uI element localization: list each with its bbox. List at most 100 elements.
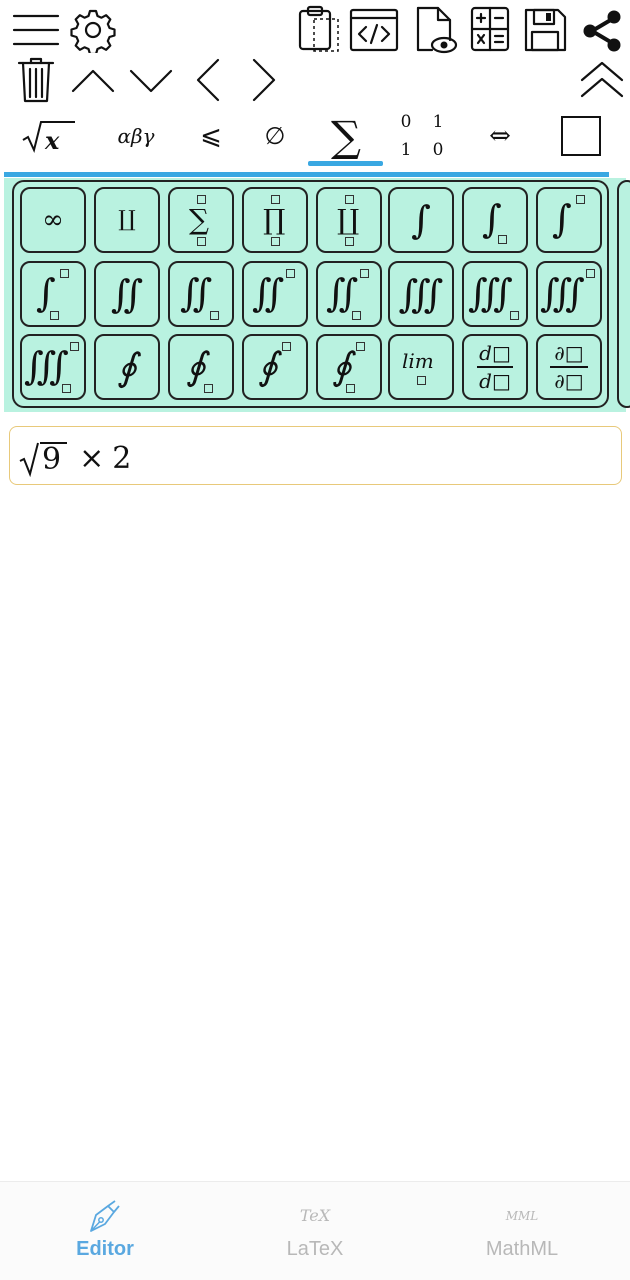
- matrix-cell: 0: [400, 112, 412, 132]
- key-triple-integral-glyph: ∭: [398, 272, 444, 316]
- clipboard-icon: [298, 5, 339, 52]
- trash-icon: [17, 57, 55, 103]
- key-contour-integral[interactable]: ∮: [94, 334, 160, 400]
- factor: 2: [112, 440, 132, 476]
- nav-mathml-label: MathML: [485, 1238, 559, 1260]
- pen-icon: [90, 1200, 120, 1232]
- category-arrows-label: ⇔: [489, 121, 511, 151]
- tex-icon: TeX: [299, 1206, 331, 1225]
- key-integral-lower[interactable]: ∫: [462, 187, 528, 253]
- key-sum-glyph: ∑: [189, 203, 209, 236]
- lower-limit-placeholder: [498, 235, 507, 244]
- calculator-button[interactable]: [466, 4, 514, 54]
- upper-limit-placeholder: [282, 342, 291, 351]
- move-up-button[interactable]: [70, 60, 116, 100]
- nav-editor[interactable]: Editor: [0, 1190, 210, 1270]
- upper-limit-placeholder: [356, 342, 365, 351]
- upper-limit-placeholder: [586, 269, 595, 278]
- next-palette-peek[interactable]: [617, 180, 630, 408]
- category-arrows[interactable]: ⇔: [478, 108, 522, 164]
- lower-limit-placeholder: [50, 311, 59, 320]
- key-infinity[interactable]: ∞: [20, 187, 86, 253]
- key-partial-derivative[interactable]: ∂□ ∂□: [536, 334, 602, 400]
- settings-button[interactable]: [68, 6, 118, 54]
- lower-limit-placeholder: [197, 237, 206, 246]
- key-double-integral[interactable]: ∬: [94, 261, 160, 327]
- key-contour-integral-upper-glyph: ∮: [258, 344, 278, 388]
- sqrt-radicand: 9: [40, 442, 68, 476]
- preview-button[interactable]: [410, 4, 462, 56]
- box-glyph: [561, 116, 601, 156]
- move-left-button[interactable]: [192, 56, 224, 104]
- key-integral-both[interactable]: ∫: [20, 261, 86, 327]
- collapse-button[interactable]: [578, 58, 626, 102]
- category-greek[interactable]: αβγ: [104, 108, 168, 164]
- key-contour-integral-upper[interactable]: ∮: [242, 334, 308, 400]
- key-sum-limits[interactable]: ∑: [168, 187, 234, 253]
- code-button[interactable]: [348, 6, 400, 54]
- partial-fraction: ∂□ ∂□: [550, 343, 588, 391]
- chevron-up-icon: [71, 69, 115, 93]
- expression-display: 9 × 2: [18, 440, 132, 478]
- matrix-cell: 1: [432, 112, 444, 132]
- category-relations-label: ⩽: [200, 121, 222, 151]
- key-integral[interactable]: ∫: [388, 187, 454, 253]
- category-sets[interactable]: ∅: [254, 108, 296, 164]
- menu-button[interactable]: [8, 8, 64, 52]
- key-integral-both-glyph: ∫: [36, 271, 56, 315]
- chevron-left-icon: [196, 58, 220, 102]
- sqrt-x-glyph: x: [22, 121, 75, 155]
- lower-limit-placeholder: [210, 311, 219, 320]
- share-button[interactable]: [578, 6, 626, 56]
- nav-latex-label: LaTeX: [286, 1238, 344, 1260]
- key-double-integral-lower[interactable]: ∬: [168, 261, 234, 327]
- key-double-integral-upper[interactable]: ∬: [242, 261, 308, 327]
- save-button[interactable]: [520, 4, 570, 56]
- matrix-glyph: 0 1 1 0: [395, 112, 449, 160]
- nav-editor-label: Editor: [76, 1238, 134, 1260]
- key-integral-upper[interactable]: ∫: [536, 187, 602, 253]
- key-triple-integral[interactable]: ∭: [388, 261, 454, 327]
- category-relations[interactable]: ⩽: [190, 108, 232, 164]
- save-icon: [524, 8, 567, 52]
- key-product-limits[interactable]: ∏: [242, 187, 308, 253]
- key-contour-integral-both[interactable]: ∮: [316, 334, 382, 400]
- limit-placeholder: [417, 376, 426, 385]
- key-triple-integral-both[interactable]: ∭: [20, 334, 86, 400]
- lower-limit-placeholder: [345, 237, 354, 246]
- preview-icon: [416, 6, 458, 54]
- category-operators[interactable]: ∑: [314, 108, 378, 164]
- move-right-button[interactable]: [248, 56, 280, 104]
- key-triple-integral-both-glyph: ∭: [24, 344, 69, 388]
- category-matrix[interactable]: 0 1 1 0: [390, 108, 454, 164]
- key-coproduct-limits[interactable]: ∐: [316, 187, 382, 253]
- category-box[interactable]: [552, 108, 610, 164]
- category-operators-label: ∑: [331, 111, 361, 161]
- matrix-cell: 0: [432, 140, 444, 160]
- gear-icon: [70, 9, 116, 53]
- nav-mathml[interactable]: MML MathML: [417, 1190, 627, 1270]
- delete-button[interactable]: [14, 54, 58, 106]
- key-double-integral-both-glyph: ∬: [326, 271, 359, 315]
- calculator-icon: [470, 6, 510, 52]
- key-integral-upper-glyph: ∫: [552, 197, 572, 241]
- key-limit[interactable]: lim: [388, 334, 454, 400]
- key-triple-integral-upper[interactable]: ∭: [536, 261, 602, 327]
- derivative-numerator: d□: [479, 341, 511, 366]
- move-down-button[interactable]: [128, 60, 174, 100]
- key-infinity-glyph: ∞: [42, 205, 64, 235]
- nav-latex[interactable]: TeX LaTeX: [210, 1190, 420, 1270]
- key-coproduct-limits-glyph: ∐: [337, 203, 360, 236]
- key-triple-integral-lower[interactable]: ∭: [462, 261, 528, 327]
- upper-limit-placeholder: [60, 269, 69, 278]
- paste-button[interactable]: [292, 4, 344, 56]
- mml-icon: MML: [505, 1209, 539, 1223]
- lower-limit-placeholder: [204, 384, 213, 393]
- partial-numerator: ∂□: [554, 341, 584, 366]
- category-root[interactable]: x: [14, 108, 84, 164]
- key-derivative[interactable]: d□ d□: [462, 334, 528, 400]
- key-double-integral-both[interactable]: ∬: [316, 261, 382, 327]
- key-coproduct[interactable]: ∐: [94, 187, 160, 253]
- chevron-down-icon: [129, 69, 173, 93]
- key-contour-integral-lower[interactable]: ∮: [168, 334, 234, 400]
